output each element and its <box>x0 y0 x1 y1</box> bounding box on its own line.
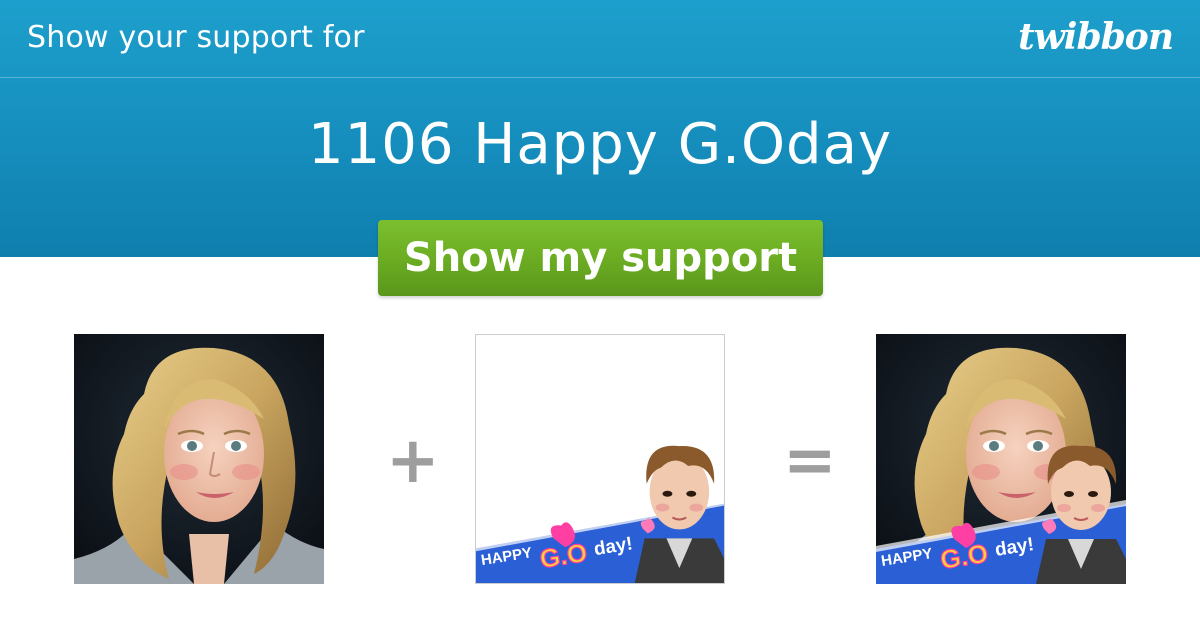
result-preview: HAPPY G.O day! <box>876 334 1126 584</box>
portrait-image <box>74 334 324 584</box>
twibbon-logo[interactable]: twibbon <box>1018 16 1174 58</box>
campaign-title: 1106 Happy G.Oday <box>307 112 893 177</box>
user-photo-example <box>74 334 324 584</box>
top-bar: Show your support for twibbon <box>0 0 1200 78</box>
show-my-support-button[interactable]: Show my support <box>378 220 823 296</box>
combined-image: HAPPY G.O day! <box>876 334 1126 584</box>
tagline: Show your support for <box>27 20 365 55</box>
twibbon-share-card: Show your support for twibbon 1106 Happy… <box>0 0 1200 630</box>
plus-symbol: + <box>386 424 440 498</box>
twibbon-frame-preview: HAPPY G.O day! <box>475 334 725 584</box>
frame-overlay-image: HAPPY G.O day! <box>476 445 724 583</box>
equals-symbol: = <box>783 424 837 498</box>
header-band: Show your support for twibbon 1106 Happy… <box>0 0 1200 257</box>
